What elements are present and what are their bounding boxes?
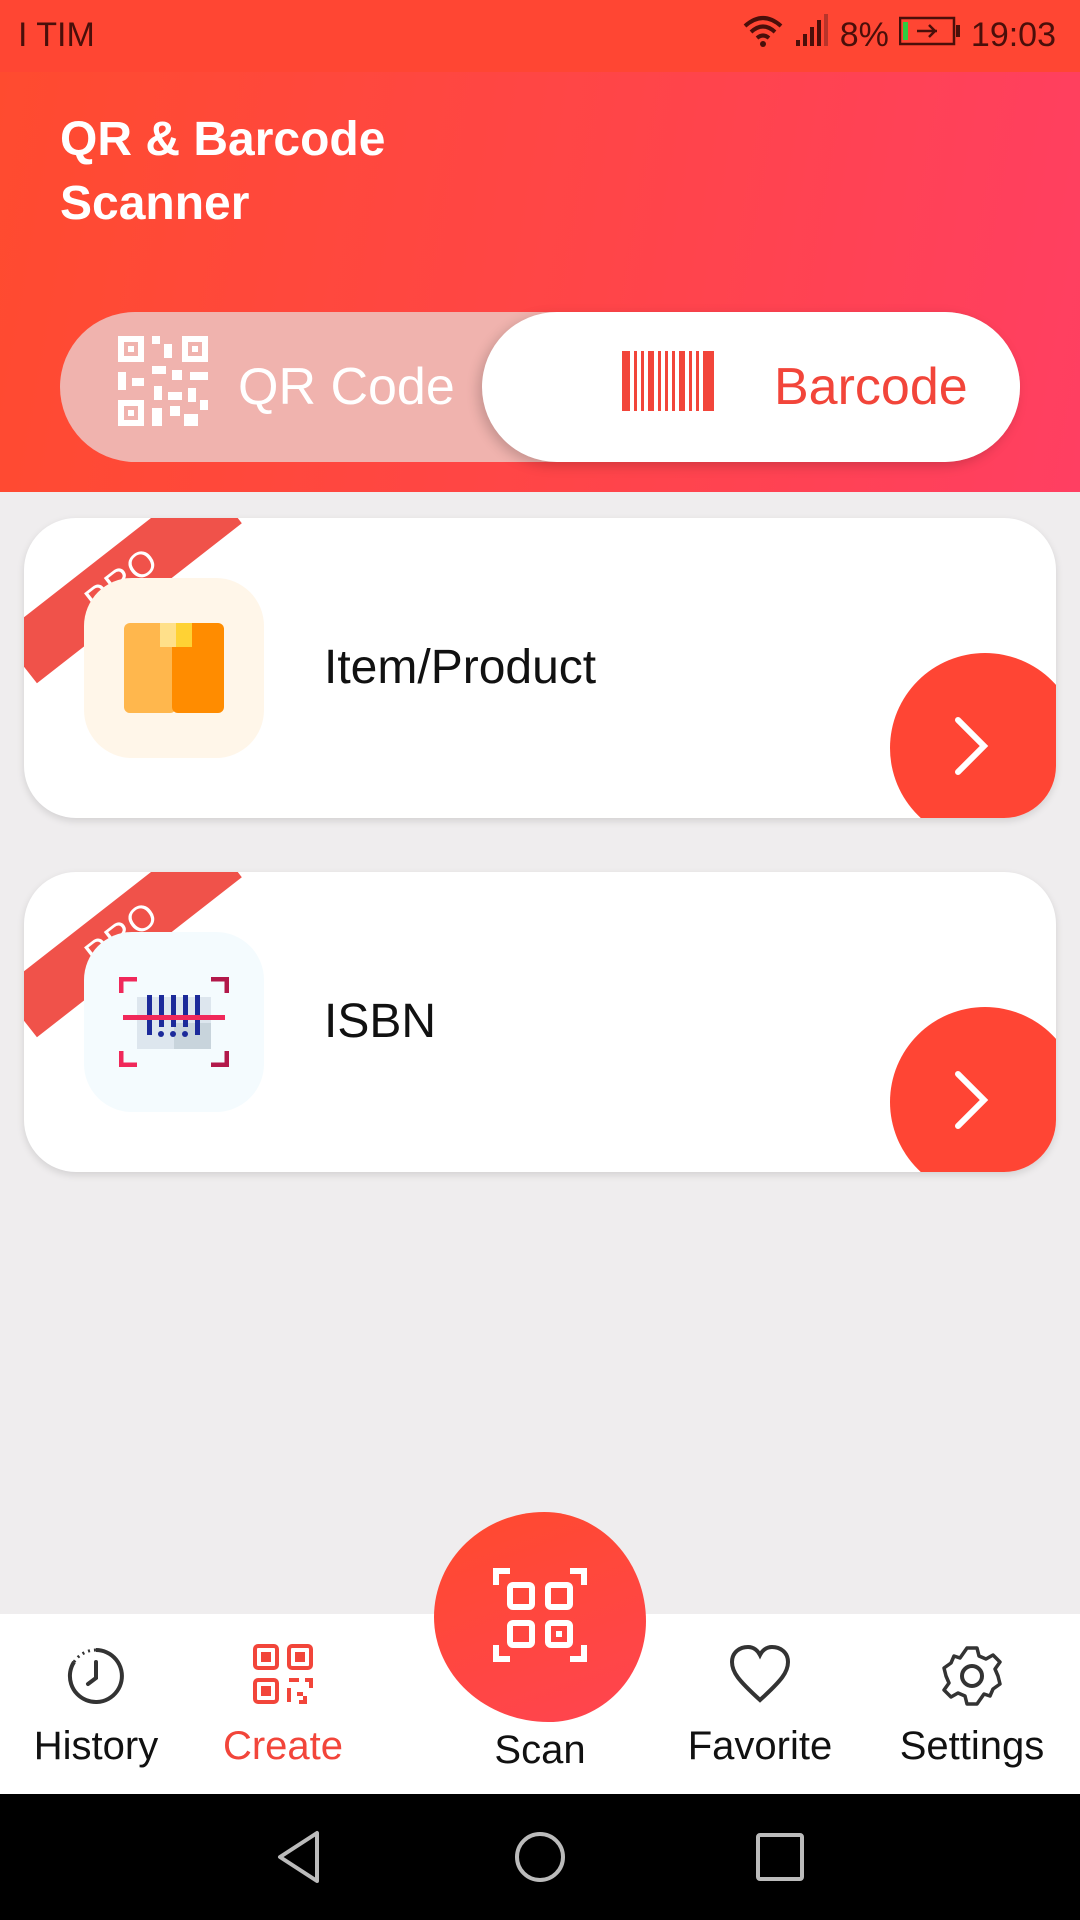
gear-icon bbox=[940, 1644, 1004, 1708]
nav-create-label: Create bbox=[222, 1724, 344, 1768]
nav-history[interactable]: History bbox=[6, 1614, 186, 1794]
tab-barcode[interactable]: Barcode bbox=[482, 312, 1020, 462]
home-button[interactable] bbox=[505, 1824, 575, 1894]
scan-icon bbox=[492, 1567, 588, 1668]
app-header: QR & Barcode Scanner QR Code Barcode bbox=[0, 72, 1080, 492]
barcode-icon bbox=[622, 350, 714, 424]
back-triangle-icon bbox=[275, 1830, 325, 1889]
card-isbn[interactable]: PRO ISBN bbox=[24, 872, 1056, 1172]
back-button[interactable] bbox=[265, 1824, 335, 1894]
home-circle-icon bbox=[513, 1830, 567, 1889]
carrier-name: I TIM bbox=[18, 16, 95, 54]
nav-settings[interactable]: Settings bbox=[882, 1614, 1062, 1794]
clock-icon bbox=[64, 1644, 128, 1708]
mode-toggle: QR Code Barcode bbox=[60, 312, 1020, 462]
nav-scan-label: Scan bbox=[494, 1728, 586, 1772]
status-bar: I TIM 8% 19:03 bbox=[0, 0, 1080, 72]
tab-barcode-label: Barcode bbox=[774, 358, 968, 416]
recents-square-icon bbox=[755, 1832, 805, 1887]
app-title: QR & Barcode Scanner bbox=[60, 113, 386, 230]
nav-settings-label: Settings bbox=[899, 1724, 1045, 1768]
nav-create[interactable]: Create bbox=[193, 1614, 373, 1794]
battery-charging-icon bbox=[898, 16, 961, 55]
card-item-product[interactable]: PRO Item/Product bbox=[24, 518, 1056, 818]
card-label: Item/Product bbox=[324, 641, 597, 694]
barcode-scan-icon bbox=[84, 932, 264, 1112]
clock-time: 19:03 bbox=[970, 16, 1056, 54]
card-label: ISBN bbox=[324, 995, 437, 1048]
nav-favorite[interactable]: Favorite bbox=[670, 1614, 850, 1794]
tab-qr-code-label: QR Code bbox=[238, 358, 455, 416]
qr-code-icon bbox=[118, 335, 208, 439]
qr-create-icon bbox=[253, 1644, 313, 1708]
nav-scan-button[interactable] bbox=[434, 1512, 646, 1722]
open-item-product-button[interactable] bbox=[890, 653, 1056, 818]
battery-percent: 8% bbox=[839, 16, 889, 54]
nav-favorite-label: Favorite bbox=[687, 1724, 833, 1768]
recents-button[interactable] bbox=[745, 1824, 815, 1894]
heart-icon bbox=[728, 1644, 792, 1708]
open-isbn-button[interactable] bbox=[890, 1007, 1056, 1172]
tab-qr-code[interactable]: QR Code bbox=[60, 312, 510, 462]
chevron-right-icon bbox=[950, 1068, 990, 1137]
package-box-icon bbox=[84, 578, 264, 758]
signal-icon bbox=[794, 14, 830, 57]
chevron-right-icon bbox=[950, 714, 990, 783]
wifi-icon bbox=[742, 14, 784, 57]
system-nav-bar bbox=[0, 1794, 1080, 1920]
